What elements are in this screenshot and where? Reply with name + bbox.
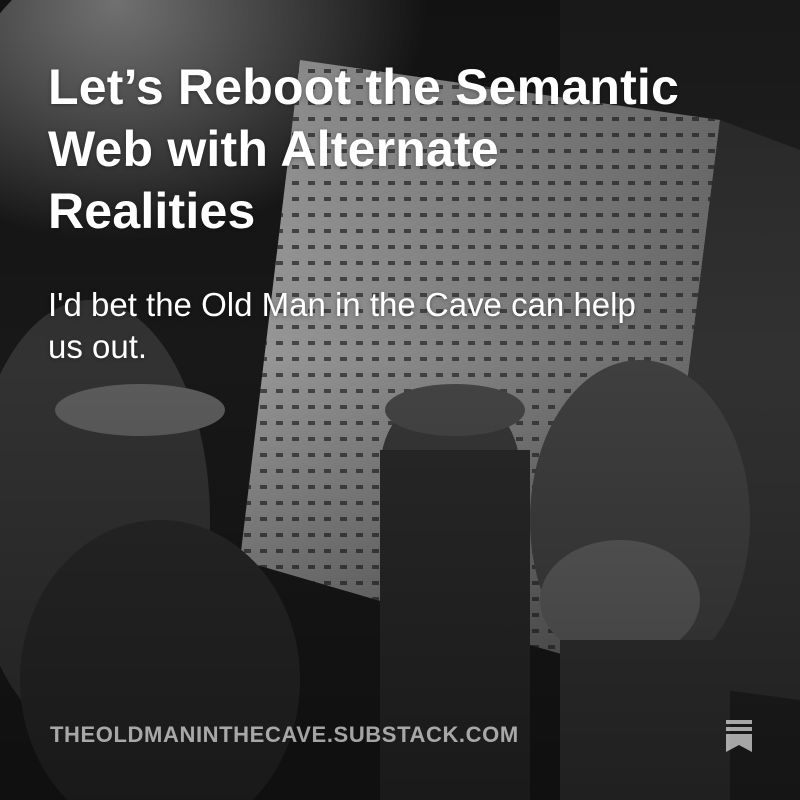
share-card: Let’s Reboot the Semantic Web with Alter… bbox=[0, 0, 800, 800]
post-title: Let’s Reboot the Semantic Web with Alter… bbox=[48, 59, 680, 239]
bookmark-icon bbox=[726, 720, 752, 752]
post-subtitle: I'd bet the Old Man in the Cave can help… bbox=[48, 286, 636, 365]
publication-domain: THEOLDMANINTHECAVE.SUBSTACK.COM bbox=[50, 722, 519, 747]
